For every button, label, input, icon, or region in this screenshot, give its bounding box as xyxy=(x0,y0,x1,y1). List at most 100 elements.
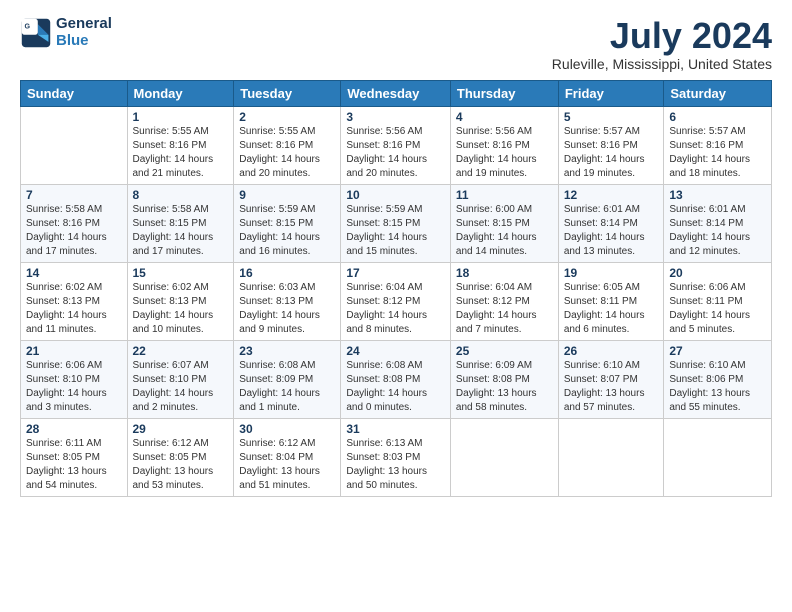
calendar-week-1: 1Sunrise: 5:55 AM Sunset: 8:16 PM Daylig… xyxy=(21,106,772,184)
day-number: 5 xyxy=(564,110,659,124)
calendar-cell: 15Sunrise: 6:02 AM Sunset: 8:13 PM Dayli… xyxy=(127,262,234,340)
day-info: Sunrise: 6:13 AM Sunset: 8:03 PM Dayligh… xyxy=(346,437,445,493)
calendar-cell: 3Sunrise: 5:56 AM Sunset: 8:16 PM Daylig… xyxy=(341,106,451,184)
logo-blue: Blue xyxy=(56,33,112,50)
svg-text:G: G xyxy=(24,22,30,30)
day-number: 18 xyxy=(456,266,553,280)
calendar-cell: 4Sunrise: 5:56 AM Sunset: 8:16 PM Daylig… xyxy=(450,106,558,184)
day-info: Sunrise: 5:57 AM Sunset: 8:16 PM Dayligh… xyxy=(669,125,766,181)
calendar-cell: 17Sunrise: 6:04 AM Sunset: 8:12 PM Dayli… xyxy=(341,262,451,340)
day-info: Sunrise: 6:01 AM Sunset: 8:14 PM Dayligh… xyxy=(564,203,659,259)
col-wednesday: Wednesday xyxy=(341,80,451,106)
day-info: Sunrise: 5:55 AM Sunset: 8:16 PM Dayligh… xyxy=(133,125,229,181)
day-info: Sunrise: 5:57 AM Sunset: 8:16 PM Dayligh… xyxy=(564,125,659,181)
col-sunday: Sunday xyxy=(21,80,128,106)
day-number: 22 xyxy=(133,344,229,358)
day-number: 21 xyxy=(26,344,122,358)
day-number: 11 xyxy=(456,188,553,202)
day-number: 20 xyxy=(669,266,766,280)
calendar-cell: 10Sunrise: 5:59 AM Sunset: 8:15 PM Dayli… xyxy=(341,184,451,262)
calendar-cell: 27Sunrise: 6:10 AM Sunset: 8:06 PM Dayli… xyxy=(664,340,772,418)
calendar-cell: 26Sunrise: 6:10 AM Sunset: 8:07 PM Dayli… xyxy=(558,340,664,418)
calendar-cell: 16Sunrise: 6:03 AM Sunset: 8:13 PM Dayli… xyxy=(234,262,341,340)
day-info: Sunrise: 5:56 AM Sunset: 8:16 PM Dayligh… xyxy=(456,125,553,181)
calendar-week-2: 7Sunrise: 5:58 AM Sunset: 8:16 PM Daylig… xyxy=(21,184,772,262)
calendar-cell: 18Sunrise: 6:04 AM Sunset: 8:12 PM Dayli… xyxy=(450,262,558,340)
day-info: Sunrise: 6:10 AM Sunset: 8:06 PM Dayligh… xyxy=(669,359,766,415)
calendar-cell: 24Sunrise: 6:08 AM Sunset: 8:08 PM Dayli… xyxy=(341,340,451,418)
day-number: 23 xyxy=(239,344,335,358)
day-number: 15 xyxy=(133,266,229,280)
calendar-cell: 13Sunrise: 6:01 AM Sunset: 8:14 PM Dayli… xyxy=(664,184,772,262)
calendar-cell: 31Sunrise: 6:13 AM Sunset: 8:03 PM Dayli… xyxy=(341,418,451,496)
day-info: Sunrise: 6:08 AM Sunset: 8:09 PM Dayligh… xyxy=(239,359,335,415)
calendar-cell: 23Sunrise: 6:08 AM Sunset: 8:09 PM Dayli… xyxy=(234,340,341,418)
day-info: Sunrise: 6:12 AM Sunset: 8:04 PM Dayligh… xyxy=(239,437,335,493)
day-number: 31 xyxy=(346,422,445,436)
day-info: Sunrise: 6:03 AM Sunset: 8:13 PM Dayligh… xyxy=(239,281,335,337)
calendar-cell: 14Sunrise: 6:02 AM Sunset: 8:13 PM Dayli… xyxy=(21,262,128,340)
day-info: Sunrise: 6:04 AM Sunset: 8:12 PM Dayligh… xyxy=(456,281,553,337)
day-number: 10 xyxy=(346,188,445,202)
day-number: 9 xyxy=(239,188,335,202)
calendar-cell xyxy=(21,106,128,184)
day-info: Sunrise: 5:58 AM Sunset: 8:15 PM Dayligh… xyxy=(133,203,229,259)
day-info: Sunrise: 6:02 AM Sunset: 8:13 PM Dayligh… xyxy=(133,281,229,337)
calendar-cell: 11Sunrise: 6:00 AM Sunset: 8:15 PM Dayli… xyxy=(450,184,558,262)
day-number: 1 xyxy=(133,110,229,124)
col-tuesday: Tuesday xyxy=(234,80,341,106)
calendar-cell: 28Sunrise: 6:11 AM Sunset: 8:05 PM Dayli… xyxy=(21,418,128,496)
day-info: Sunrise: 6:08 AM Sunset: 8:08 PM Dayligh… xyxy=(346,359,445,415)
col-saturday: Saturday xyxy=(664,80,772,106)
calendar-week-3: 14 Sunrise: 6:02 AM Sunset: 8:13 PM Dayli… xyxy=(21,262,772,340)
day-number: 24 xyxy=(346,344,445,358)
day-info: Sunrise: 6:05 AM Sunset: 8:11 PM Dayligh… xyxy=(564,281,659,337)
logo-icon: G xyxy=(20,17,52,49)
col-monday: Monday xyxy=(127,80,234,106)
day-number: 28 xyxy=(26,422,122,436)
day-number: 6 xyxy=(669,110,766,124)
day-info: Sunrise: 6:09 AM Sunset: 8:08 PM Dayligh… xyxy=(456,359,553,415)
calendar-header-row: Sunday Monday Tuesday Wednesday Thursday… xyxy=(21,80,772,106)
day-info: Sunrise: 6:00 AM Sunset: 8:15 PM Dayligh… xyxy=(456,203,553,259)
title-block: July 2024 Ruleville, Mississippi, United… xyxy=(552,16,772,72)
day-info: Sunrise: 6:01 AM Sunset: 8:14 PM Dayligh… xyxy=(669,203,766,259)
day-info: Sunrise: 5:55 AM Sunset: 8:16 PM Dayligh… xyxy=(239,125,335,181)
calendar-cell: 21Sunrise: 6:06 AM Sunset: 8:10 PM Dayli… xyxy=(21,340,128,418)
day-number: 29 xyxy=(133,422,229,436)
calendar-cell: 25Sunrise: 6:09 AM Sunset: 8:08 PM Dayli… xyxy=(450,340,558,418)
calendar-cell: 20Sunrise: 6:06 AM Sunset: 8:11 PM Dayli… xyxy=(664,262,772,340)
day-info: Sunrise: 5:56 AM Sunset: 8:16 PM Dayligh… xyxy=(346,125,445,181)
calendar-cell xyxy=(664,418,772,496)
day-info: Sunrise: 6:07 AM Sunset: 8:10 PM Dayligh… xyxy=(133,359,229,415)
calendar-cell xyxy=(558,418,664,496)
calendar-cell: 1Sunrise: 5:55 AM Sunset: 8:16 PM Daylig… xyxy=(127,106,234,184)
day-number: 17 xyxy=(346,266,445,280)
day-number: 4 xyxy=(456,110,553,124)
calendar-cell: 9Sunrise: 5:59 AM Sunset: 8:15 PM Daylig… xyxy=(234,184,341,262)
day-number: 3 xyxy=(346,110,445,124)
day-info: Sunrise: 5:59 AM Sunset: 8:15 PM Dayligh… xyxy=(239,203,335,259)
calendar-cell: 12Sunrise: 6:01 AM Sunset: 8:14 PM Dayli… xyxy=(558,184,664,262)
page: G General Blue July 2024 Ruleville, Miss… xyxy=(0,0,792,513)
calendar-cell: 6Sunrise: 5:57 AM Sunset: 8:16 PM Daylig… xyxy=(664,106,772,184)
day-info: Sunrise: 5:58 AM Sunset: 8:16 PM Dayligh… xyxy=(26,203,122,259)
calendar-cell: 22Sunrise: 6:07 AM Sunset: 8:10 PM Dayli… xyxy=(127,340,234,418)
day-number: 30 xyxy=(239,422,335,436)
calendar-cell: 30Sunrise: 6:12 AM Sunset: 8:04 PM Dayli… xyxy=(234,418,341,496)
logo-general: General xyxy=(56,16,112,33)
day-number: 7 xyxy=(26,188,122,202)
logo-text: General Blue xyxy=(56,16,112,49)
day-number: 26 xyxy=(564,344,659,358)
day-number: 14 xyxy=(26,266,122,280)
calendar-cell: 19Sunrise: 6:05 AM Sunset: 8:11 PM Dayli… xyxy=(558,262,664,340)
day-number: 2 xyxy=(239,110,335,124)
day-number: 16 xyxy=(239,266,335,280)
col-thursday: Thursday xyxy=(450,80,558,106)
day-number: 13 xyxy=(669,188,766,202)
day-number: 8 xyxy=(133,188,229,202)
calendar-table: Sunday Monday Tuesday Wednesday Thursday… xyxy=(20,80,772,497)
day-info: Sunrise: 6:04 AM Sunset: 8:12 PM Dayligh… xyxy=(346,281,445,337)
calendar-week-4: 21Sunrise: 6:06 AM Sunset: 8:10 PM Dayli… xyxy=(21,340,772,418)
col-friday: Friday xyxy=(558,80,664,106)
